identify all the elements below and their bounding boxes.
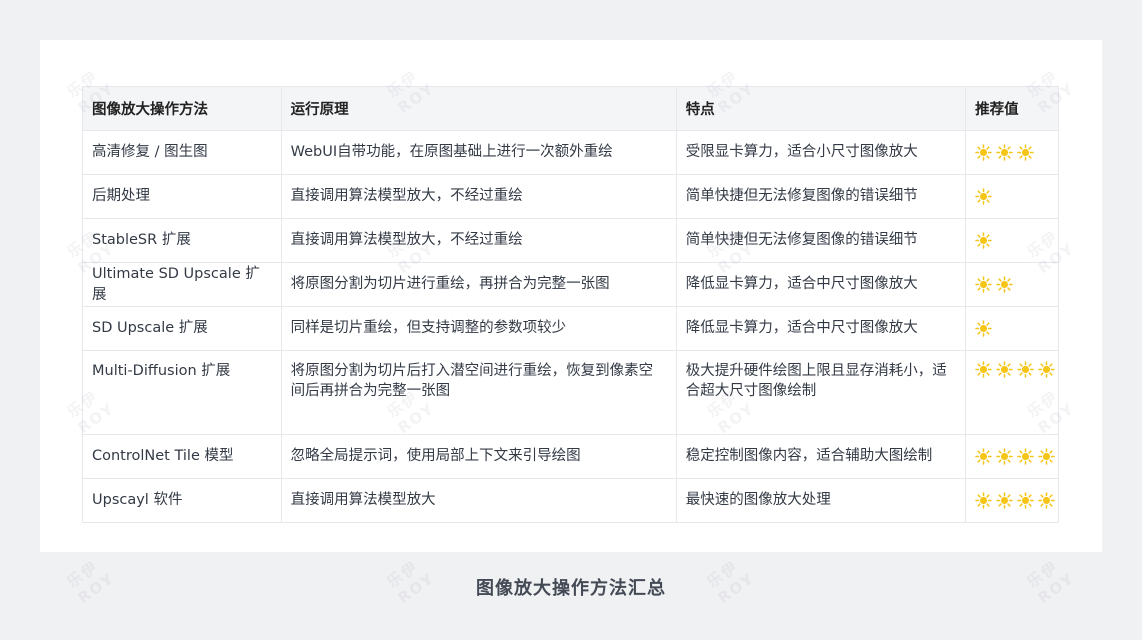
principle-cell: 将原图分割为切片后打入潜空间进行重绘，恢复到像素空间后再拼合为完整一张图 — [280, 350, 677, 435]
rating-suns — [975, 144, 1049, 161]
sun-icon — [1038, 361, 1055, 378]
method-cell: Ultimate SD Upscale 扩展 — [82, 262, 282, 307]
rating-cell — [965, 130, 1059, 175]
rating-cell — [965, 350, 1059, 435]
method-cell: 高清修复 / 图生图 — [82, 130, 282, 175]
feature-cell: 受限显卡算力，适合小尺寸图像放大 — [675, 130, 967, 175]
sun-icon — [975, 492, 992, 509]
sun-icon — [1017, 361, 1034, 378]
rating-cell — [965, 434, 1059, 479]
principle-cell: 直接调用算法模型放大，不经过重绘 — [280, 174, 677, 219]
table-row: Ultimate SD Upscale 扩展 将原图分割为切片进行重绘，再拼合为完… — [82, 262, 1059, 307]
method-cell: Upscayl 软件 — [82, 478, 282, 523]
principle-cell: 直接调用算法模型放大，不经过重绘 — [280, 218, 677, 263]
sun-icon — [1017, 448, 1034, 465]
rating-suns — [975, 276, 1049, 293]
figure-caption: 图像放大操作方法汇总 — [476, 578, 666, 599]
method-cell: StableSR 扩展 — [82, 218, 282, 263]
table-row: 后期处理 直接调用算法模型放大，不经过重绘 简单快捷但无法修复图像的错误细节 — [82, 174, 1059, 219]
principle-cell: 直接调用算法模型放大 — [280, 478, 677, 523]
table-row: 高清修复 / 图生图 WebUI自带功能，在原图基础上进行一次额外重绘 受限显卡算力… — [82, 130, 1059, 175]
rating-cell — [965, 218, 1059, 263]
sun-icon — [996, 276, 1013, 293]
feature-cell: 稳定控制图像内容，适合辅助大图绘制 — [675, 434, 967, 479]
sun-icon — [1017, 492, 1034, 509]
method-cell: SD Upscale 扩展 — [82, 306, 282, 351]
upscale-methods-table: 图像放大操作方法 运行原理 特点 推荐值 高清修复 / 图生图 WebUI自带功能… — [82, 86, 1059, 523]
sun-icon — [975, 276, 992, 293]
method-cell: Multi-Diffusion 扩展 — [82, 350, 282, 435]
header-method: 图像放大操作方法 — [82, 86, 282, 131]
rating-cell — [965, 306, 1059, 351]
sun-icon — [975, 188, 992, 205]
feature-cell: 降低显卡算力，适合中尺寸图像放大 — [675, 306, 967, 351]
header-principle: 运行原理 — [280, 86, 677, 131]
method-cell: ControlNet Tile 模型 — [82, 434, 282, 479]
table-row: SD Upscale 扩展 同样是切片重绘，但支持调整的参数项较少 降低显卡算力，适… — [82, 306, 1059, 351]
sun-icon — [975, 144, 992, 161]
feature-cell: 简单快捷但无法修复图像的错误细节 — [675, 218, 967, 263]
rating-cell — [965, 174, 1059, 219]
content-card: 图像放大操作方法 运行原理 特点 推荐值 高清修复 / 图生图 WebUI自带功能… — [40, 40, 1102, 552]
table-row: ControlNet Tile 模型 忽略全局提示词，使用局部上下文来引导绘图 稳定… — [82, 434, 1059, 479]
sun-icon — [996, 361, 1013, 378]
sun-icon — [975, 361, 992, 378]
rating-suns — [975, 320, 1049, 337]
sun-icon — [996, 448, 1013, 465]
principle-cell: WebUI自带功能，在原图基础上进行一次额外重绘 — [280, 130, 677, 175]
sun-icon — [1038, 492, 1055, 509]
rating-cell — [965, 262, 1059, 307]
method-cell: 后期处理 — [82, 174, 282, 219]
feature-cell: 极大提升硬件绘图上限且显存消耗小，适合超大尺寸图像绘制 — [675, 350, 967, 435]
sun-icon — [1038, 448, 1055, 465]
principle-cell: 忽略全局提示词，使用局部上下文来引导绘图 — [280, 434, 677, 479]
sun-icon — [975, 232, 992, 249]
rating-suns — [975, 232, 1049, 249]
sun-icon — [996, 492, 1013, 509]
feature-cell: 简单快捷但无法修复图像的错误细节 — [675, 174, 967, 219]
header-feature: 特点 — [675, 86, 967, 131]
feature-cell: 最快速的图像放大处理 — [675, 478, 967, 523]
feature-cell: 降低显卡算力，适合中尺寸图像放大 — [675, 262, 967, 307]
header-rating: 推荐值 — [965, 86, 1059, 131]
rating-suns — [975, 188, 1049, 205]
rating-cell — [965, 478, 1059, 523]
rating-suns — [975, 361, 1055, 378]
table-row: StableSR 扩展 直接调用算法模型放大，不经过重绘 简单快捷但无法修复图像的错… — [82, 218, 1059, 263]
sun-icon — [996, 144, 1013, 161]
rating-suns — [975, 492, 1055, 509]
sun-icon — [975, 320, 992, 337]
sun-icon — [1017, 144, 1034, 161]
rating-suns — [975, 448, 1055, 465]
table-row: Upscayl 软件 直接调用算法模型放大 最快速的图像放大处理 — [82, 478, 1059, 523]
table-row: Multi-Diffusion 扩展 将原图分割为切片后打入潜空间进行重绘，恢复到… — [82, 350, 1059, 435]
principle-cell: 同样是切片重绘，但支持调整的参数项较少 — [280, 306, 677, 351]
principle-cell: 将原图分割为切片进行重绘，再拼合为完整一张图 — [280, 262, 677, 307]
table-header-row: 图像放大操作方法 运行原理 特点 推荐值 — [82, 86, 1059, 131]
sun-icon — [975, 448, 992, 465]
